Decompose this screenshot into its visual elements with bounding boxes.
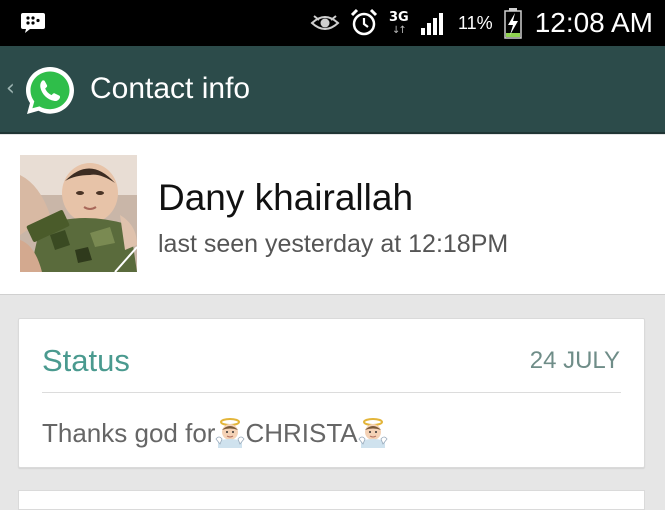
signal-icon	[420, 10, 448, 36]
status-date: 24 JULY	[529, 347, 620, 374]
action-bar: ‹ Contact info	[0, 46, 665, 134]
baby-angel-emoji-icon	[215, 417, 245, 449]
alarm-icon	[350, 8, 378, 38]
contact-profile: Dany khairallah last seen yesterday at 1…	[0, 135, 665, 295]
battery-charging-icon	[503, 7, 523, 39]
network-type-label: 3G	[388, 10, 409, 25]
clock: 12:08 AM	[534, 7, 653, 38]
whatsapp-logo-icon[interactable]	[23, 64, 77, 118]
eye-icon	[310, 13, 340, 33]
screen-title: Contact info	[90, 72, 251, 105]
next-section-card	[18, 490, 645, 510]
status-heading: Status	[42, 343, 130, 378]
status-text-prefix: Thanks god for	[42, 417, 216, 448]
back-chevron-icon[interactable]: ‹	[6, 76, 15, 101]
contact-name: Dany khairallah	[158, 177, 414, 218]
battery-percent: 11%	[457, 12, 493, 33]
last-seen-text: last seen yesterday at 12:18PM	[158, 230, 509, 258]
bbm-icon	[20, 12, 46, 34]
status-divider	[42, 392, 621, 393]
status-bar: 3G ↓↑ 11% 12:08 AM	[0, 0, 665, 46]
status-message: Thanks god for CHRISTA	[42, 417, 388, 449]
status-text-name: CHRISTA	[245, 417, 358, 448]
network-3g-icon: 3G ↓↑	[388, 10, 409, 36]
avatar[interactable]	[20, 155, 137, 272]
baby-angel-emoji-icon	[358, 417, 388, 449]
status-card: Status 24 JULY Thanks god for CHRISTA	[18, 318, 645, 468]
